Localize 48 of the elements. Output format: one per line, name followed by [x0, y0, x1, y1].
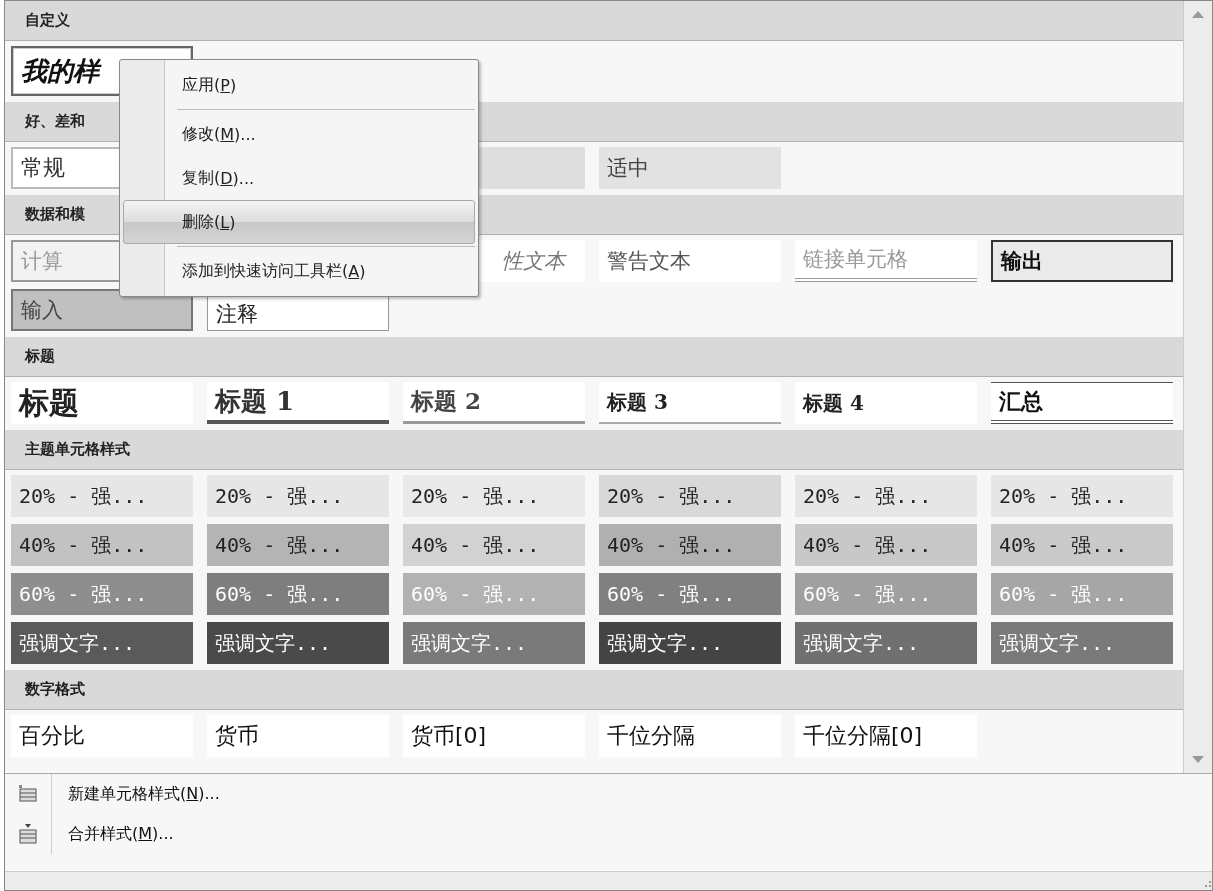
style-swatch[interactable]: 货币[0] — [403, 715, 585, 757]
style-swatch[interactable]: 强调文字... — [599, 622, 781, 664]
style-swatch[interactable]: 标题 1 — [207, 382, 389, 424]
style-swatch[interactable]: 汇总 — [991, 382, 1173, 424]
section-title: 好、差和 — [25, 112, 85, 131]
style-swatch[interactable]: 标题 — [11, 382, 193, 424]
menu-item[interactable]: 删除(L) — [123, 200, 475, 244]
style-swatch[interactable]: 百分比 — [11, 715, 193, 757]
menu-item[interactable]: 新建单元格样式(N)... — [68, 783, 220, 805]
style-swatch[interactable]: 强调文字... — [795, 622, 977, 664]
style-swatch[interactable]: 警告文本 — [599, 240, 781, 282]
style-swatch[interactable]: 20% - 强... — [11, 475, 193, 517]
style-swatch[interactable]: 60% - 强... — [599, 573, 781, 615]
style-swatch[interactable]: 20% - 强... — [795, 475, 977, 517]
style-swatch[interactable]: 强调文字... — [207, 622, 389, 664]
scroll-down-icon[interactable] — [1191, 755, 1205, 765]
section-title: 自定义 — [25, 11, 70, 30]
style-swatch[interactable]: 货币 — [207, 715, 389, 757]
style-swatch[interactable]: 60% - 强... — [207, 573, 389, 615]
style-swatch[interactable]: 40% - 强... — [11, 524, 193, 566]
style-swatch[interactable]: 40% - 强... — [599, 524, 781, 566]
section-title: 数据和模 — [25, 205, 85, 224]
scroll-up-icon[interactable] — [1191, 9, 1205, 19]
style-swatch[interactable]: 适中 — [599, 147, 781, 189]
section-title: 主题单元格样式 — [25, 440, 130, 459]
style-swatch[interactable]: 强调文字... — [991, 622, 1173, 664]
style-swatch[interactable]: 千位分隔[0] — [795, 715, 977, 757]
section-title: 标题 — [25, 347, 55, 366]
style-swatch[interactable]: 20% - 强... — [207, 475, 389, 517]
menu-item[interactable]: 合并样式(M)... — [68, 823, 174, 845]
style-swatch[interactable]: 标题 3 — [599, 382, 781, 424]
style-swatch[interactable]: 千位分隔 — [599, 715, 781, 757]
style-swatch[interactable]: 40% - 强... — [207, 524, 389, 566]
style-swatch[interactable]: 40% - 强... — [795, 524, 977, 566]
table-icon — [18, 784, 38, 804]
style-swatch[interactable]: 20% - 强... — [403, 475, 585, 517]
style-swatch[interactable]: 标题 4 — [795, 382, 977, 424]
style-swatch[interactable]: 20% - 强... — [991, 475, 1173, 517]
style-swatch[interactable]: 20% - 强... — [599, 475, 781, 517]
style-swatch[interactable]: 40% - 强... — [991, 524, 1173, 566]
section-title: 数字格式 — [25, 680, 85, 699]
style-swatch[interactable]: 强调文字... — [11, 622, 193, 664]
table-icon — [18, 823, 38, 845]
style-swatch[interactable]: 标题 2 — [403, 382, 585, 424]
style-swatch[interactable]: 输出 — [991, 240, 1173, 282]
style-swatch[interactable]: 输入 — [11, 289, 193, 331]
style-swatch[interactable]: 40% - 强... — [403, 524, 585, 566]
style-swatch[interactable]: 强调文字... — [403, 622, 585, 664]
